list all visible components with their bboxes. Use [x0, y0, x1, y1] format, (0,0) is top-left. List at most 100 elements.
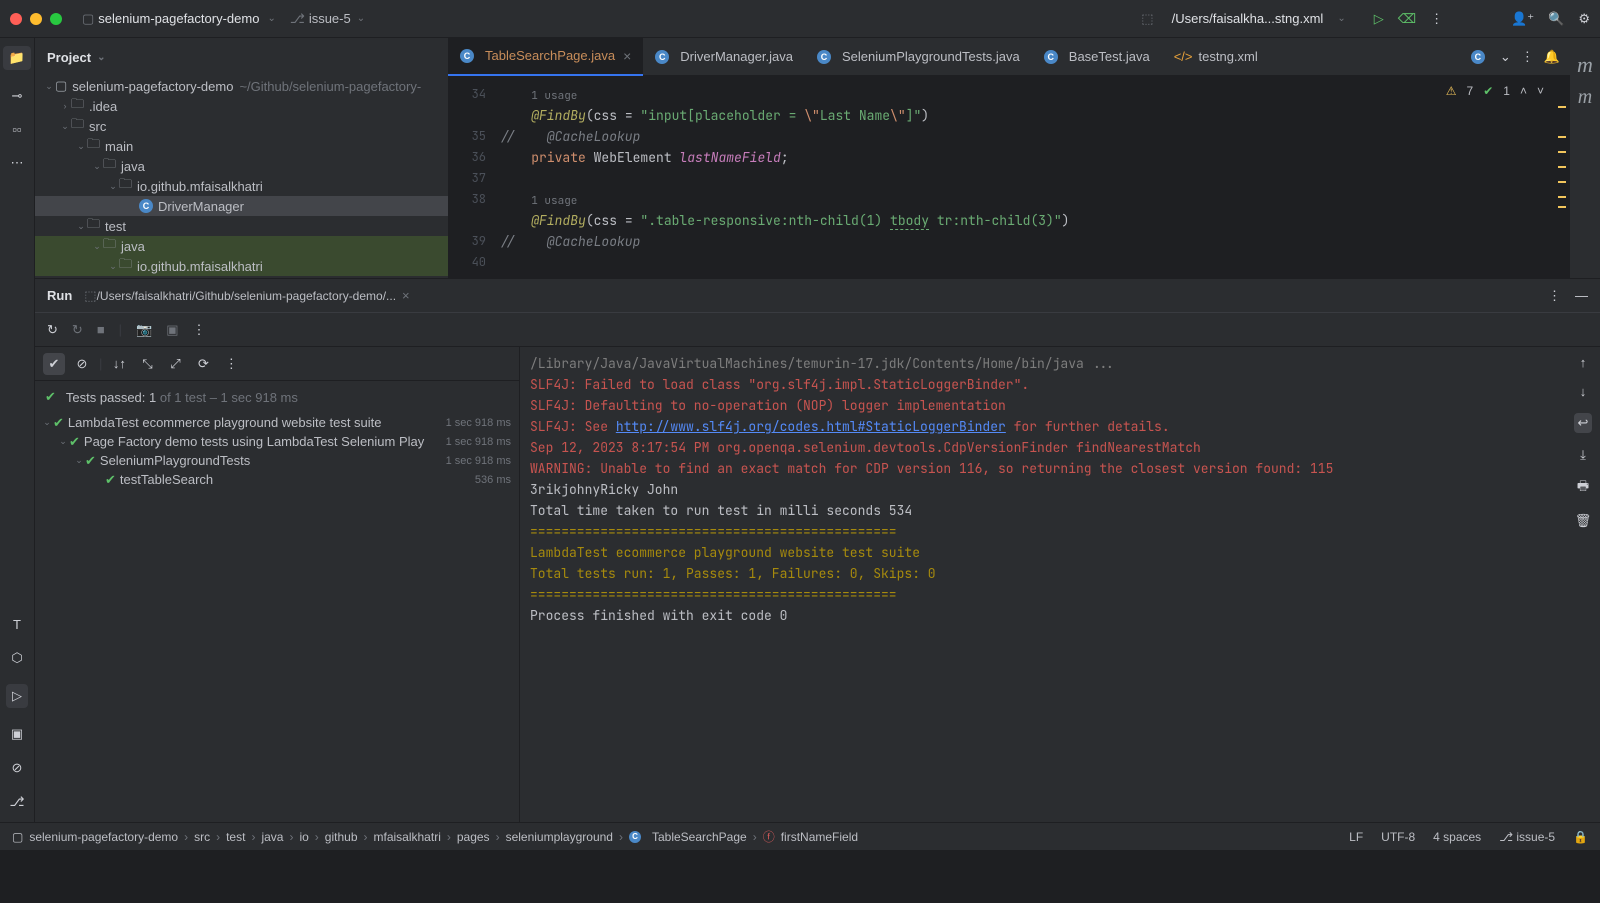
test-row[interactable]: ⌄✔SeleniumPlaygroundTests1 sec 918 ms	[35, 451, 519, 470]
tree-row[interactable]: ⌄🗀java	[35, 156, 448, 176]
chevron-down-icon[interactable]: ⌄	[1337, 13, 1345, 24]
maximize-window-icon[interactable]	[50, 13, 62, 25]
tree-row[interactable]: ⌄🗀io.github.mfaisalkhatri	[35, 176, 448, 196]
chevron-down-icon[interactable]: ˅	[1537, 84, 1544, 98]
editor-tabs: CTableSearchPage.java× CDriverManager.ja…	[448, 38, 1570, 76]
error-stripe[interactable]	[1554, 76, 1570, 278]
minimize-window-icon[interactable]	[30, 13, 42, 25]
lock-icon[interactable]: 🔒	[1573, 830, 1588, 844]
console-output[interactable]: /Library/Java/JavaVirtualMachines/temuri…	[520, 347, 1566, 822]
scroll-end-icon[interactable]: ⤓	[1580, 447, 1586, 463]
editor-tab[interactable]: CDriverManager.java	[643, 38, 805, 76]
soft-wrap-icon[interactable]: ↩	[1574, 413, 1593, 433]
services-icon[interactable]: ⬡	[11, 650, 22, 666]
vcs-icon[interactable]: ⎇	[10, 794, 25, 810]
chevron-down-icon[interactable]: ⌄	[267, 13, 275, 24]
branch-icon[interactable]: ⎇	[290, 11, 305, 27]
run-tool-icon[interactable]: ▷	[6, 684, 28, 708]
debug-icon[interactable]: ⌫	[1398, 11, 1416, 27]
close-window-icon[interactable]	[10, 13, 22, 25]
line-sep[interactable]: LF	[1349, 830, 1363, 844]
project-name[interactable]: selenium-pagefactory-demo	[98, 11, 259, 26]
rerun-failed-icon[interactable]: ↻	[72, 322, 83, 338]
bookmarks-icon[interactable]: T	[13, 617, 21, 632]
more-icon[interactable]: ⋮	[1521, 49, 1534, 65]
up-icon[interactable]: ↑	[1580, 355, 1587, 370]
stop-icon[interactable]: ■	[97, 322, 105, 337]
commit-tool-icon[interactable]: ⊸	[12, 88, 23, 104]
terminal-icon[interactable]: ▣	[11, 726, 23, 742]
search-icon[interactable]: 🔍	[1548, 11, 1564, 27]
close-icon[interactable]: ×	[402, 288, 410, 303]
check-icon: ✔	[45, 389, 56, 405]
minimize-icon[interactable]: —	[1575, 288, 1588, 304]
chevron-up-icon[interactable]: ˄	[1520, 84, 1527, 98]
warning-icon: ⚠	[1446, 84, 1457, 98]
test-row[interactable]: ⌄✔Page Factory demo tests using LambdaTe…	[35, 432, 519, 451]
run-panel-header: Run ⬚ /Users/faisalkhatri/Github/seleniu…	[35, 279, 1600, 313]
chevron-down-icon[interactable]: ⌄	[1500, 49, 1511, 65]
window-controls[interactable]	[10, 13, 62, 25]
settings-icon[interactable]: ⚙	[1578, 11, 1590, 27]
maven-tool-tab[interactable]: m	[1570, 76, 1600, 278]
close-icon[interactable]: ×	[623, 48, 631, 64]
class-icon[interactable]: C	[1471, 50, 1485, 64]
structure-tool-icon[interactable]: ▫▫	[12, 122, 21, 137]
tree-row[interactable]: CDriverManager	[35, 196, 448, 216]
project-panel-header[interactable]: Project⌄	[35, 38, 448, 76]
project-tree[interactable]: ⌄▢selenium-pagefactory-demo~/Github/sele…	[35, 76, 448, 278]
history-icon[interactable]: ⟳	[192, 353, 214, 375]
branch-status[interactable]: ⎇ issue-5	[1499, 830, 1555, 844]
left-tool-stripe: 📁 ⊸ ▫▫ ⋯ T ⬡ ▷ ▣ ⊘ ⎇	[0, 38, 35, 822]
tree-row[interactable]: ⌄🗀java	[35, 236, 448, 256]
layout-icon[interactable]: ▣	[166, 322, 178, 338]
indent[interactable]: 4 spaces	[1433, 830, 1481, 844]
more-icon[interactable]: ⋮	[1430, 11, 1443, 27]
tree-row[interactable]: ⌄🗀io.github.mfaisalkhatri	[35, 256, 448, 276]
test-row[interactable]: ✔testTableSearch536 ms	[35, 470, 519, 489]
tree-row[interactable]: ⌄🗀src	[35, 116, 448, 136]
editor: CTableSearchPage.java× CDriverManager.ja…	[448, 38, 1570, 278]
rerun-icon[interactable]: ↻	[47, 322, 58, 338]
more-icon[interactable]: ⋮	[193, 322, 206, 338]
sort-icon[interactable]: ↓↑	[108, 353, 130, 375]
run-icon[interactable]: ▷	[1374, 11, 1384, 27]
show-passed-icon[interactable]: ✔	[43, 353, 65, 375]
more-icon[interactable]: ⋮	[1548, 288, 1561, 304]
clear-icon[interactable]: 🗑	[1575, 513, 1592, 529]
editor-tab[interactable]: CSeleniumPlaygroundTests.java	[805, 38, 1032, 76]
dump-icon[interactable]: 📷	[136, 322, 152, 338]
test-row[interactable]: ⌄✔LambdaTest ecommerce playground websit…	[35, 413, 519, 432]
run-config-icon: ⬚	[1141, 11, 1153, 27]
branch-name[interactable]: issue-5	[309, 11, 351, 26]
more-tools-icon[interactable]: ⋯	[11, 155, 24, 171]
run-config-path[interactable]: /Users/faisalkha...stng.xml	[1172, 11, 1324, 26]
breadcrumbs[interactable]: ▢selenium-pagefactory-demo› src› test› j…	[12, 828, 858, 845]
more-icon[interactable]: ⋮	[220, 353, 242, 375]
notifications-icon[interactable]: 🔔	[1544, 49, 1560, 65]
down-icon[interactable]: ↓	[1580, 384, 1587, 399]
console-toolbar: ↑ ↓ ↩ ⤓ 🖶 🗑	[1566, 347, 1600, 822]
show-ignored-icon[interactable]: ⊘	[71, 353, 93, 375]
print-icon[interactable]: 🖶	[1577, 477, 1589, 499]
problems-icon[interactable]: ⊘	[12, 760, 23, 776]
inspection-widget[interactable]: ⚠7 ✔1 ˄˅	[1446, 84, 1544, 98]
collaborate-icon[interactable]: 👤⁺	[1511, 11, 1534, 27]
run-config-path[interactable]: /Users/faisalkhatri/Github/selenium-page…	[97, 289, 396, 303]
tree-row[interactable]: ⌄▢selenium-pagefactory-demo~/Github/sele…	[35, 76, 448, 96]
test-status: ✔ Tests passed: 1 of 1 test – 1 sec 918 …	[35, 381, 519, 413]
collapse-icon[interactable]: ⤢	[164, 353, 186, 375]
project-tool-icon[interactable]: 📁	[3, 46, 31, 70]
code-content[interactable]: 1 usage @FindBy(css = "input[placeholder…	[496, 76, 1570, 278]
encoding[interactable]: UTF-8	[1381, 830, 1415, 844]
tree-row[interactable]: ⌄🗀test	[35, 216, 448, 236]
test-tree-panel: ✔ ⊘ | ↓↑ ⤡ ⤢ ⟳ ⋮ ✔ Tests passed: 1 of 1 …	[35, 347, 520, 822]
expand-icon[interactable]: ⤡	[136, 353, 158, 375]
editor-tab[interactable]: CTableSearchPage.java×	[448, 38, 643, 76]
config-icon: ⬚	[84, 288, 96, 304]
tree-row[interactable]: ›🗀.idea	[35, 96, 448, 116]
editor-tab[interactable]: CBaseTest.java	[1032, 38, 1162, 76]
chevron-down-icon[interactable]: ⌄	[357, 13, 365, 24]
editor-tab[interactable]: </>testng.xml	[1162, 38, 1270, 76]
tree-row[interactable]: ⌄🗀main	[35, 136, 448, 156]
